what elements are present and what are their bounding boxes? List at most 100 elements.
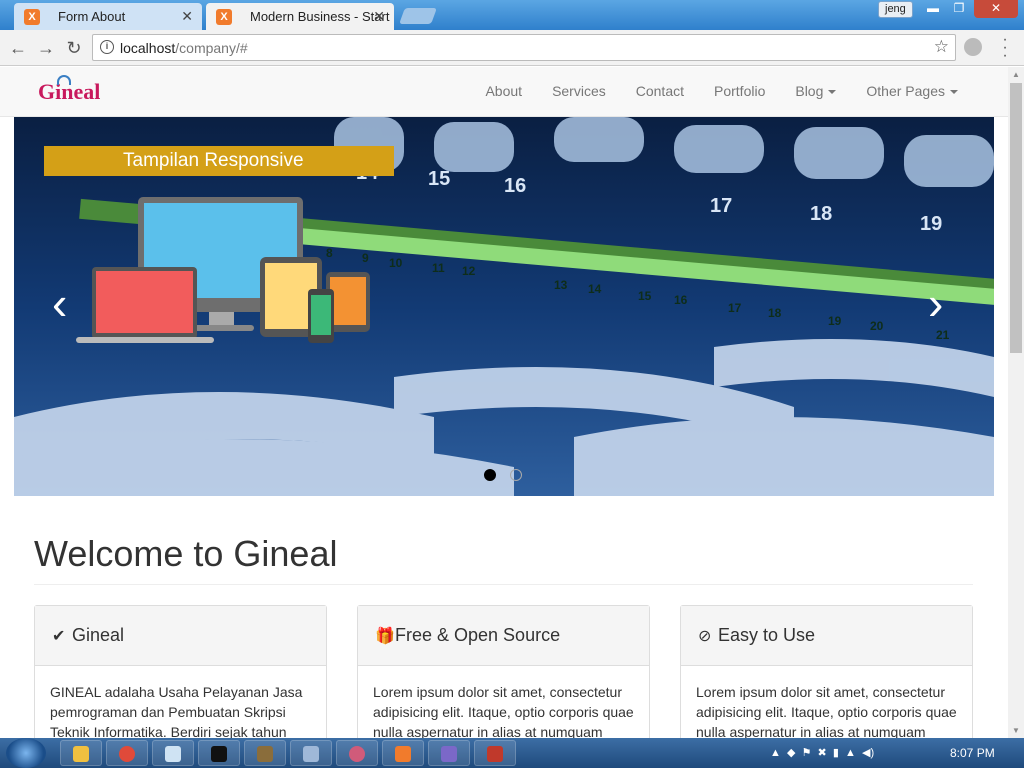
carousel-indicator-1[interactable] [484, 469, 496, 481]
start-button[interactable] [6, 738, 46, 768]
browser-menu-icon[interactable]: · · · [1000, 32, 1010, 64]
svg-text:10: 10 [389, 256, 403, 270]
tab-form-about[interactable]: X Form About ✕ [14, 3, 202, 30]
scroll-down-icon[interactable]: ▼ [1012, 726, 1020, 735]
url-path: /company/# [175, 40, 248, 56]
gift-icon: 🎁 [375, 628, 395, 645]
tab-modern-business[interactable]: X Modern Business - Start ✕ [206, 3, 394, 30]
bookmark-star-icon[interactable]: ☆ [934, 37, 949, 57]
panel-body: Lorem ipsum dolor sit amet, consectetur … [696, 684, 957, 738]
carousel-next-icon[interactable]: › [928, 280, 943, 326]
svg-text:15: 15 [428, 168, 450, 190]
tab-close-icon[interactable]: ✕ [181, 8, 193, 25]
nav-other-pages-label: Other Pages [866, 83, 945, 99]
nav-about[interactable]: About [470, 67, 537, 117]
panel-title: Gineal [72, 625, 125, 645]
site-navbar: Gineal About Services Contact Portfolio … [0, 67, 1008, 117]
page-scrollbar[interactable]: ▲ ▼ [1008, 67, 1024, 738]
feature-panel-gineal: ✔ Gineal GINEAL adalaha Usaha Pelayanan J… [34, 605, 327, 738]
tab-title: Modern Business - Start [250, 9, 390, 24]
page-viewport: Gineal About Services Contact Portfolio … [0, 67, 1008, 738]
profile-button[interactable]: jeng [878, 1, 913, 18]
carousel-indicators [484, 469, 522, 481]
explorer-taskbar-icon[interactable] [60, 740, 102, 766]
keyboard-taskbar-icon[interactable] [290, 740, 332, 766]
app-taskbar-icon[interactable] [244, 740, 286, 766]
nav-other-pages[interactable]: Other Pages [851, 67, 973, 117]
panel-title: Free & Open Source [395, 625, 561, 645]
check-icon: ✔ [52, 628, 66, 645]
xampp-taskbar-icon[interactable] [382, 740, 424, 766]
nav-contact[interactable]: Contact [621, 67, 699, 117]
svg-text:16: 16 [504, 175, 526, 197]
panel-body: Lorem ipsum dolor sit amet, consectetur … [373, 684, 634, 738]
close-window-button[interactable]: ✕ [974, 0, 1018, 18]
page-heading: Welcome to Gineal [34, 533, 338, 574]
scroll-up-icon[interactable]: ▲ [1012, 70, 1020, 79]
chrome-taskbar-icon[interactable] [106, 740, 148, 766]
minimize-window-button[interactable]: ▬ [920, 0, 946, 18]
svg-text:13: 13 [554, 278, 568, 292]
back-icon[interactable]: ← [6, 36, 30, 60]
svg-text:16: 16 [674, 293, 688, 307]
url-host: localhost [120, 40, 176, 56]
system-tray[interactable]: ▲ ◆ ⚑ ✖ ▮ ▲ ◀) [770, 746, 874, 759]
tab-title: Form About [58, 9, 126, 24]
address-bar[interactable]: i localhost/company/# ☆ [92, 34, 956, 61]
svg-text:8: 8 [326, 246, 333, 260]
svg-text:14: 14 [588, 282, 602, 296]
svg-text:17: 17 [728, 301, 742, 315]
xampp-favicon-icon: X [24, 9, 40, 25]
svg-text:21: 21 [936, 328, 950, 342]
xampp-favicon-icon: X [216, 9, 232, 25]
logo-signal-icon [57, 75, 71, 85]
svg-text:19: 19 [828, 314, 842, 328]
scrollbar-thumb[interactable] [1010, 83, 1022, 353]
nav-blog[interactable]: Blog [780, 67, 851, 117]
svg-text:20: 20 [870, 319, 884, 333]
panel-heading: 🎁Free & Open Source [358, 606, 649, 666]
editor-taskbar-icon[interactable] [428, 740, 470, 766]
panel-body: GINEAL adalaha Usaha Pelayanan Jasa pemr… [50, 684, 303, 738]
taskbar-clock[interactable]: 8:07 PM [950, 746, 995, 760]
tool-taskbar-icon[interactable] [474, 740, 516, 766]
extension-globe-icon[interactable] [964, 38, 982, 56]
paint-taskbar-icon[interactable] [336, 740, 378, 766]
svg-text:18: 18 [768, 306, 782, 320]
info-icon[interactable]: i [100, 40, 114, 54]
heading-divider [34, 584, 973, 585]
caret-down-icon [828, 90, 837, 95]
svg-text:9: 9 [362, 251, 369, 265]
svg-text:19: 19 [920, 213, 942, 235]
browser-tab-strip: X Form About ✕ X Modern Business - Start… [0, 0, 1024, 30]
hero-carousel: 14 15 16 17 18 19 8 9 10 11 12 13 14 15 … [14, 117, 994, 496]
nav-services[interactable]: Services [537, 67, 621, 117]
new-tab-button[interactable] [399, 8, 437, 24]
notepad-taskbar-icon[interactable] [152, 740, 194, 766]
nav-blog-label: Blog [795, 83, 824, 99]
carousel-indicator-2[interactable] [510, 469, 522, 481]
site-logo[interactable]: Gineal [38, 75, 100, 107]
svg-text:11: 11 [432, 261, 445, 275]
svg-text:12: 12 [462, 264, 476, 278]
tab-close-icon[interactable]: ✕ [373, 8, 385, 25]
url-text[interactable]: localhost/company/# [120, 40, 248, 56]
restore-window-button[interactable]: ❐ [946, 0, 972, 18]
nav-links: About Services Contact Portfolio Blog Ot… [470, 67, 973, 117]
browser-toolbar: ← → ↻ i localhost/company/# ☆ · · · [0, 30, 1024, 66]
panel-heading: ✔ Gineal [35, 606, 326, 666]
carousel-prev-icon[interactable]: ‹ [52, 280, 67, 326]
compass-icon: ⊘ [698, 628, 712, 645]
cmd-taskbar-icon[interactable] [198, 740, 240, 766]
carousel-caption: Tampilan Responsive [44, 146, 394, 176]
windows-taskbar: ▲ ◆ ⚑ ✖ ▮ ▲ ◀) 8:07 PM [0, 738, 1024, 768]
panel-heading: ⊘ Easy to Use [681, 606, 972, 666]
feature-panel-easy-to-use: ⊘ Easy to Use Lorem ipsum dolor sit amet,… [680, 605, 973, 738]
feature-panel-open-source: 🎁Free & Open Source Lorem ipsum dolor si… [357, 605, 650, 738]
svg-text:18: 18 [810, 203, 832, 225]
caret-down-icon [950, 90, 958, 95]
svg-text:17: 17 [710, 195, 732, 217]
nav-portfolio[interactable]: Portfolio [699, 67, 780, 117]
reload-icon[interactable]: ↻ [62, 36, 86, 60]
forward-icon[interactable]: → [34, 36, 58, 60]
